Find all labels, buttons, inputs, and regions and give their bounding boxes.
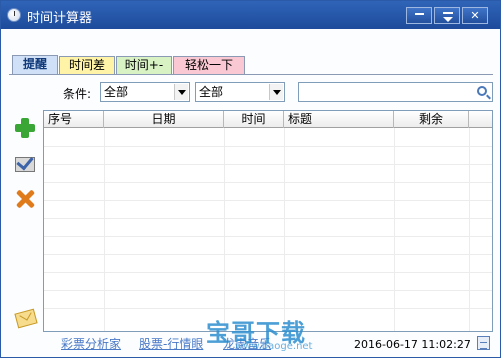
- tab-remind[interactable]: 提醒: [12, 55, 58, 75]
- app-window: 时间计算器 ✕ 提醒 时间差 时间+- 轻松一下 条件: 全部 全部 序号 日期…: [0, 0, 501, 358]
- chevron-down-icon[interactable]: [174, 84, 188, 100]
- close-button[interactable]: ✕: [462, 7, 488, 24]
- grid-line: [44, 272, 492, 273]
- grid-line: [284, 128, 285, 331]
- window-title: 时间计算器: [27, 11, 93, 26]
- column-header-spacer: [469, 111, 492, 128]
- clock-icon: [7, 8, 21, 22]
- chevron-down-icon[interactable]: [269, 84, 283, 100]
- minimize-button[interactable]: [406, 7, 432, 24]
- notepad-icon[interactable]: [477, 336, 490, 350]
- tab-divider: [9, 74, 493, 75]
- current-datetime: 2016-06-17 11:02:27: [354, 338, 471, 351]
- watermark-url: www.baoge.net: [235, 341, 313, 352]
- title-bar[interactable]: 时间计算器 ✕: [1, 1, 500, 29]
- table-header: 序号 日期 时间 标题 剩余: [44, 111, 492, 128]
- grid-line: [104, 128, 105, 331]
- mail-icon[interactable]: [14, 306, 36, 328]
- add-icon[interactable]: [14, 117, 36, 139]
- grid-line: [44, 290, 492, 291]
- condition-select-1[interactable]: 全部: [100, 82, 190, 102]
- grid-line: [224, 128, 225, 331]
- grid-line: [44, 218, 492, 219]
- grid-line: [44, 308, 492, 309]
- delete-icon[interactable]: [14, 188, 36, 210]
- column-header-remaining[interactable]: 剩余: [394, 111, 469, 128]
- search-icon[interactable]: [477, 86, 487, 96]
- tab-relax[interactable]: 轻松一下: [173, 56, 245, 75]
- column-header-date[interactable]: 日期: [104, 111, 224, 128]
- condition-select-2-value: 全部: [199, 85, 224, 99]
- column-header-index[interactable]: 序号: [44, 111, 104, 128]
- grid-line: [44, 200, 492, 201]
- grid-line: [44, 182, 492, 183]
- column-header-time[interactable]: 时间: [224, 111, 284, 128]
- grid-line: [44, 146, 492, 147]
- tab-time-diff[interactable]: 时间差: [59, 56, 115, 75]
- link-stocks[interactable]: 股票-行情眼: [139, 335, 203, 352]
- grid-line: [44, 236, 492, 237]
- link-lottery[interactable]: 彩票分析家: [61, 335, 121, 352]
- search-input[interactable]: [298, 82, 493, 102]
- menu-dropdown-button[interactable]: [434, 7, 460, 24]
- tab-time-plus-minus[interactable]: 时间+-: [116, 56, 172, 75]
- condition-select-1-value: 全部: [104, 85, 129, 99]
- condition-label: 条件:: [63, 87, 92, 101]
- grid-line: [44, 254, 492, 255]
- grid-line: [469, 128, 470, 331]
- column-header-title[interactable]: 标题: [284, 111, 394, 128]
- condition-select-2[interactable]: 全部: [195, 82, 285, 102]
- grid-line: [394, 128, 395, 331]
- edit-icon[interactable]: [14, 152, 36, 174]
- grid-line: [44, 164, 492, 165]
- reminder-table[interactable]: 序号 日期 时间 标题 剩余: [43, 110, 493, 332]
